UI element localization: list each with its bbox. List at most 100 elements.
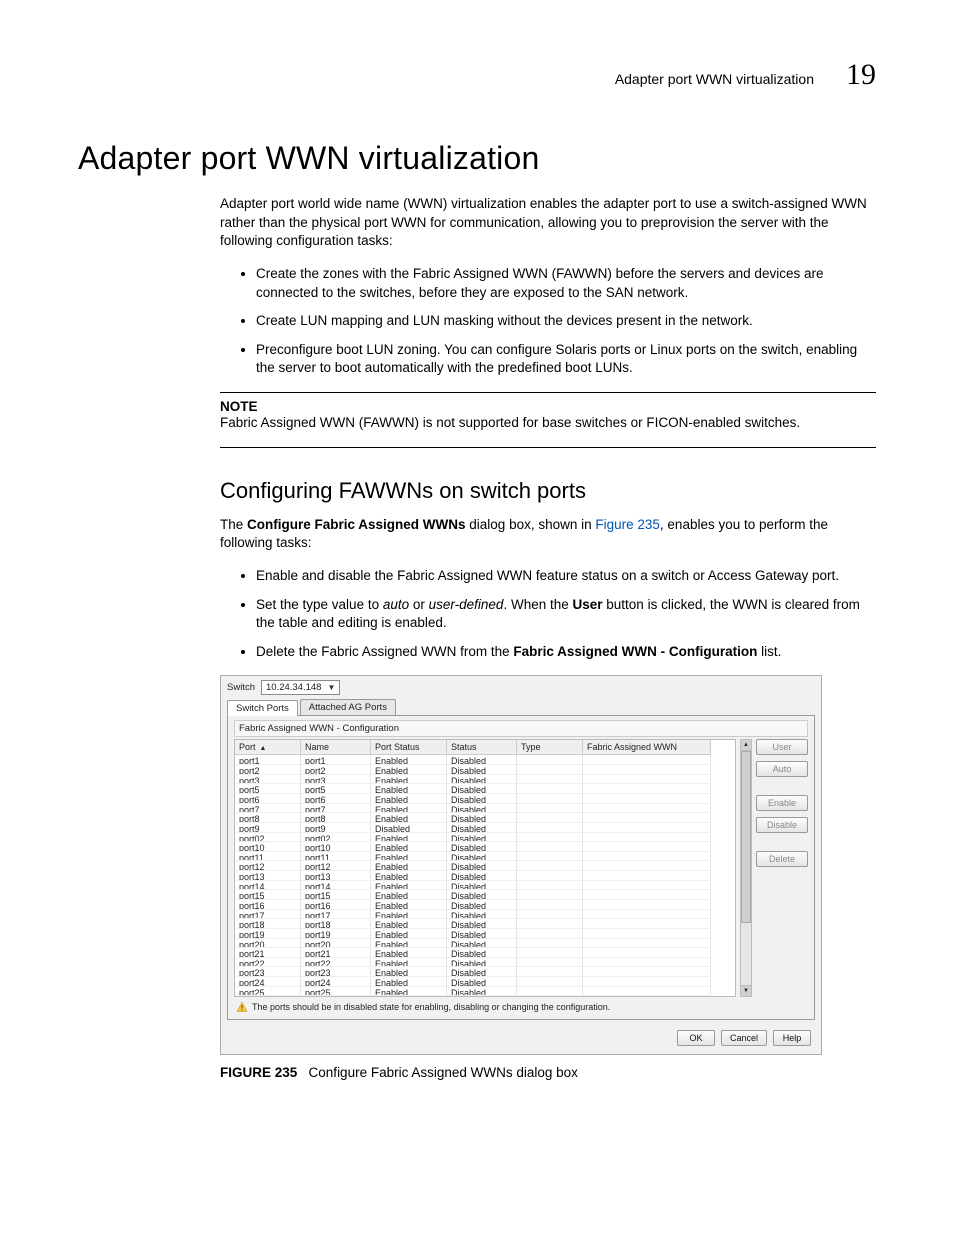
table-cell[interactable]: port22 — [301, 958, 371, 968]
table-cell[interactable] — [517, 948, 583, 958]
column-header[interactable]: Port▲ — [235, 740, 301, 755]
table-cell[interactable]: port23 — [235, 967, 301, 977]
table-cell[interactable]: Enabled — [371, 900, 447, 910]
table-cell[interactable]: port1 — [235, 755, 301, 765]
table-cell[interactable]: port6 — [235, 794, 301, 804]
table-cell[interactable]: Disabled — [447, 929, 517, 939]
tab-switch-ports[interactable]: Switch Ports — [227, 700, 298, 716]
table-cell[interactable]: port5 — [235, 784, 301, 794]
table-cell[interactable] — [517, 852, 583, 862]
table-cell[interactable] — [583, 900, 711, 910]
column-header[interactable]: Port Status — [371, 740, 447, 755]
table-cell[interactable] — [517, 977, 583, 987]
table-cell[interactable]: Disabled — [447, 813, 517, 823]
table-cell[interactable]: Enabled — [371, 881, 447, 891]
table-cell[interactable] — [583, 939, 711, 949]
table-cell[interactable] — [583, 755, 711, 765]
table-cell[interactable]: Enabled — [371, 804, 447, 814]
table-cell[interactable]: port11 — [235, 852, 301, 862]
scroll-up-icon[interactable]: ▲ — [741, 740, 751, 751]
table-cell[interactable] — [517, 919, 583, 929]
table-cell[interactable]: port02 — [235, 833, 301, 843]
ok-button[interactable]: OK — [677, 1030, 715, 1046]
user-button[interactable]: User — [756, 739, 808, 755]
table-cell[interactable] — [583, 794, 711, 804]
table-cell[interactable] — [517, 929, 583, 939]
column-header[interactable]: Type — [517, 740, 583, 755]
table-cell[interactable]: Disabled — [447, 977, 517, 987]
table-cell[interactable] — [517, 833, 583, 843]
table-cell[interactable]: port19 — [301, 929, 371, 939]
table-cell[interactable]: port2 — [235, 765, 301, 775]
auto-button[interactable]: Auto — [756, 761, 808, 777]
table-cell[interactable]: Disabled — [447, 871, 517, 881]
table-cell[interactable]: port12 — [301, 861, 371, 871]
table-cell[interactable] — [583, 813, 711, 823]
table-cell[interactable]: port22 — [235, 958, 301, 968]
table-cell[interactable]: Enabled — [371, 765, 447, 775]
table-cell[interactable]: Enabled — [371, 755, 447, 765]
tab-attached-ag-ports[interactable]: Attached AG Ports — [300, 699, 396, 715]
table-cell[interactable]: port14 — [301, 881, 371, 891]
table-cell[interactable] — [583, 775, 711, 785]
table-cell[interactable]: port15 — [235, 890, 301, 900]
table-cell[interactable]: port20 — [235, 939, 301, 949]
table-cell[interactable]: Disabled — [447, 900, 517, 910]
table-cell[interactable]: port13 — [235, 871, 301, 881]
table-cell[interactable]: port2 — [301, 765, 371, 775]
table-cell[interactable] — [583, 804, 711, 814]
table-cell[interactable]: Enabled — [371, 861, 447, 871]
table-cell[interactable] — [583, 987, 711, 997]
table-cell[interactable] — [583, 967, 711, 977]
table-cell[interactable]: port3 — [235, 775, 301, 785]
table-cell[interactable]: port9 — [235, 823, 301, 833]
table-cell[interactable]: port8 — [235, 813, 301, 823]
table-cell[interactable] — [583, 890, 711, 900]
figure-link[interactable]: Figure 235 — [595, 517, 660, 532]
table-cell[interactable]: port23 — [301, 967, 371, 977]
table-cell[interactable] — [583, 881, 711, 891]
table-cell[interactable]: Disabled — [447, 823, 517, 833]
enable-button[interactable]: Enable — [756, 795, 808, 811]
table-cell[interactable]: port21 — [235, 948, 301, 958]
table-cell[interactable]: port18 — [301, 919, 371, 929]
table-cell[interactable]: Disabled — [447, 775, 517, 785]
table-cell[interactable]: Enabled — [371, 813, 447, 823]
table-cell[interactable] — [517, 813, 583, 823]
table-cell[interactable]: Enabled — [371, 967, 447, 977]
table-cell[interactable]: port17 — [235, 910, 301, 920]
table-cell[interactable] — [583, 871, 711, 881]
help-button[interactable]: Help — [773, 1030, 811, 1046]
table-cell[interactable]: Disabled — [447, 987, 517, 997]
table-cell[interactable] — [583, 784, 711, 794]
table-cell[interactable]: Disabled — [447, 958, 517, 968]
table-cell[interactable] — [517, 967, 583, 977]
table-cell[interactable] — [517, 890, 583, 900]
table-cell[interactable]: port24 — [301, 977, 371, 987]
table-cell[interactable] — [583, 833, 711, 843]
table-cell[interactable] — [583, 861, 711, 871]
table-cell[interactable]: Enabled — [371, 939, 447, 949]
vertical-scrollbar[interactable]: ▲ ▼ — [740, 739, 752, 997]
column-header[interactable]: Fabric Assigned WWN — [583, 740, 711, 755]
table-cell[interactable]: Enabled — [371, 929, 447, 939]
table-cell[interactable]: port16 — [235, 900, 301, 910]
table-cell[interactable]: port13 — [301, 871, 371, 881]
table-cell[interactable]: Disabled — [447, 861, 517, 871]
table-cell[interactable] — [517, 900, 583, 910]
table-cell[interactable]: Enabled — [371, 794, 447, 804]
table-cell[interactable]: port12 — [235, 861, 301, 871]
table-cell[interactable]: port6 — [301, 794, 371, 804]
table-cell[interactable]: Disabled — [447, 967, 517, 977]
table-cell[interactable]: port11 — [301, 852, 371, 862]
table-cell[interactable]: port3 — [301, 775, 371, 785]
table-cell[interactable] — [517, 784, 583, 794]
table-cell[interactable]: Disabled — [447, 794, 517, 804]
table-cell[interactable]: port21 — [301, 948, 371, 958]
table-cell[interactable]: Disabled — [447, 755, 517, 765]
table-cell[interactable]: Enabled — [371, 890, 447, 900]
table-cell[interactable]: port8 — [301, 813, 371, 823]
table-cell[interactable]: Enabled — [371, 784, 447, 794]
table-cell[interactable]: Disabled — [447, 833, 517, 843]
delete-button[interactable]: Delete — [756, 851, 808, 867]
